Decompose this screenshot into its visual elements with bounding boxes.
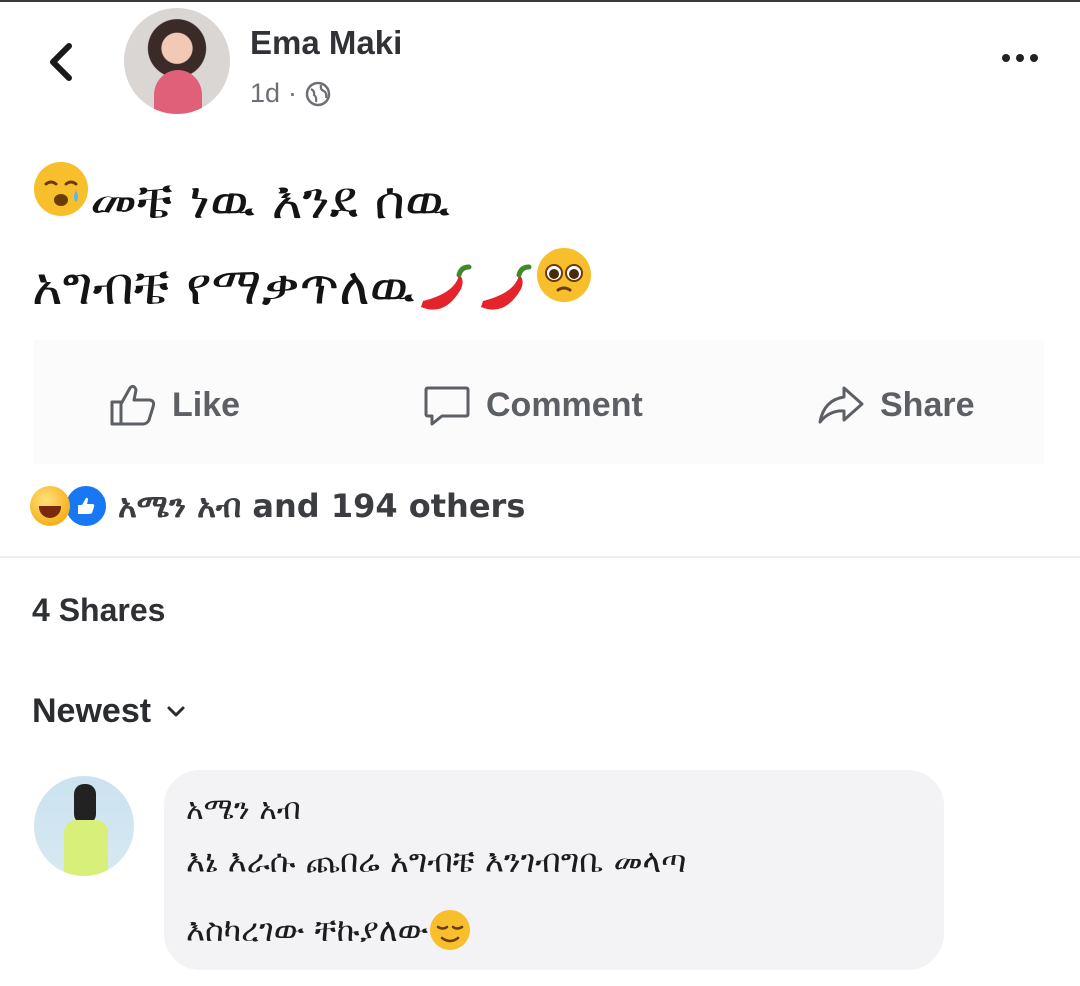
post-text-line-2-text: አግብቼ የማቃጥለዉ (32, 257, 415, 317)
author-name[interactable]: Ema Maki (250, 24, 402, 62)
avatar-figure-head (74, 784, 96, 824)
share-label: Share (880, 385, 975, 424)
comment-label: Comment (486, 385, 643, 424)
chevron-down-icon (167, 706, 185, 716)
dot-icon (1002, 54, 1010, 62)
dot-icon (1030, 54, 1038, 62)
post-text-line-2: አግብቼ የማቃጥለዉ (32, 244, 1042, 330)
pleading-face-emoji-icon (535, 244, 593, 330)
comment-text-line-2-text: እስካረገው ቸኩያለው (186, 910, 429, 949)
post-action-bar: Like Comment Share (34, 340, 1044, 464)
commenter-name[interactable]: አሜን አብ (186, 792, 301, 827)
post-text: መቼ ነዉ እንደ ሰዉ አግብቼ የማቃጥለዉ (32, 158, 1042, 330)
haha-icon (30, 486, 70, 526)
comment-sort-dropdown[interactable]: Newest (32, 692, 187, 731)
meta-separator: · (288, 78, 298, 108)
sleepy-face-emoji-icon (32, 158, 90, 244)
post-time[interactable]: 1d (250, 78, 280, 109)
speech-bubble-icon (424, 386, 470, 426)
chevron-left-icon (50, 43, 72, 81)
top-border (0, 0, 1080, 2)
share-button[interactable]: Share (816, 382, 975, 428)
shares-count[interactable]: 4 Shares (32, 592, 165, 629)
reaction-icons (30, 484, 108, 528)
like-button[interactable]: Like (108, 382, 240, 428)
relieved-face-emoji-icon (430, 910, 471, 950)
post-text-line-1-text: መቼ ነዉ እንደ ሰዉ (90, 171, 451, 231)
reactions-summary[interactable]: አሜን አብ and 194 others (30, 484, 525, 528)
sort-label: Newest (32, 692, 152, 730)
reactions-text: አሜን አብ and 194 others (118, 486, 526, 525)
share-arrow-icon (818, 386, 864, 424)
comment-text-line-2: እስካረገው ቸኩያለው (186, 908, 472, 952)
comment-button[interactable]: Comment (422, 382, 643, 428)
avatar-figure-body (64, 820, 108, 876)
chili-pepper-emoji-icon (475, 259, 535, 315)
post-text-line-1: መቼ ነዉ እንደ ሰዉ (32, 158, 1042, 244)
section-divider (0, 556, 1080, 558)
comment-text-line-1: እኔ እራሱ ጨበሬ አግብቼ እንገብግቤ መላጣ (186, 842, 687, 880)
author-avatar[interactable] (124, 8, 230, 114)
thumbs-up-icon (110, 384, 156, 426)
like-icon (64, 484, 108, 528)
more-options-button[interactable] (990, 38, 1050, 78)
globe-icon (305, 81, 331, 106)
commenter-avatar[interactable] (34, 776, 134, 876)
like-label: Like (172, 385, 241, 424)
chili-pepper-emoji-icon (415, 259, 475, 315)
dot-icon (1016, 54, 1024, 62)
post-meta: 1d · (250, 78, 331, 109)
back-button[interactable] (40, 40, 84, 84)
